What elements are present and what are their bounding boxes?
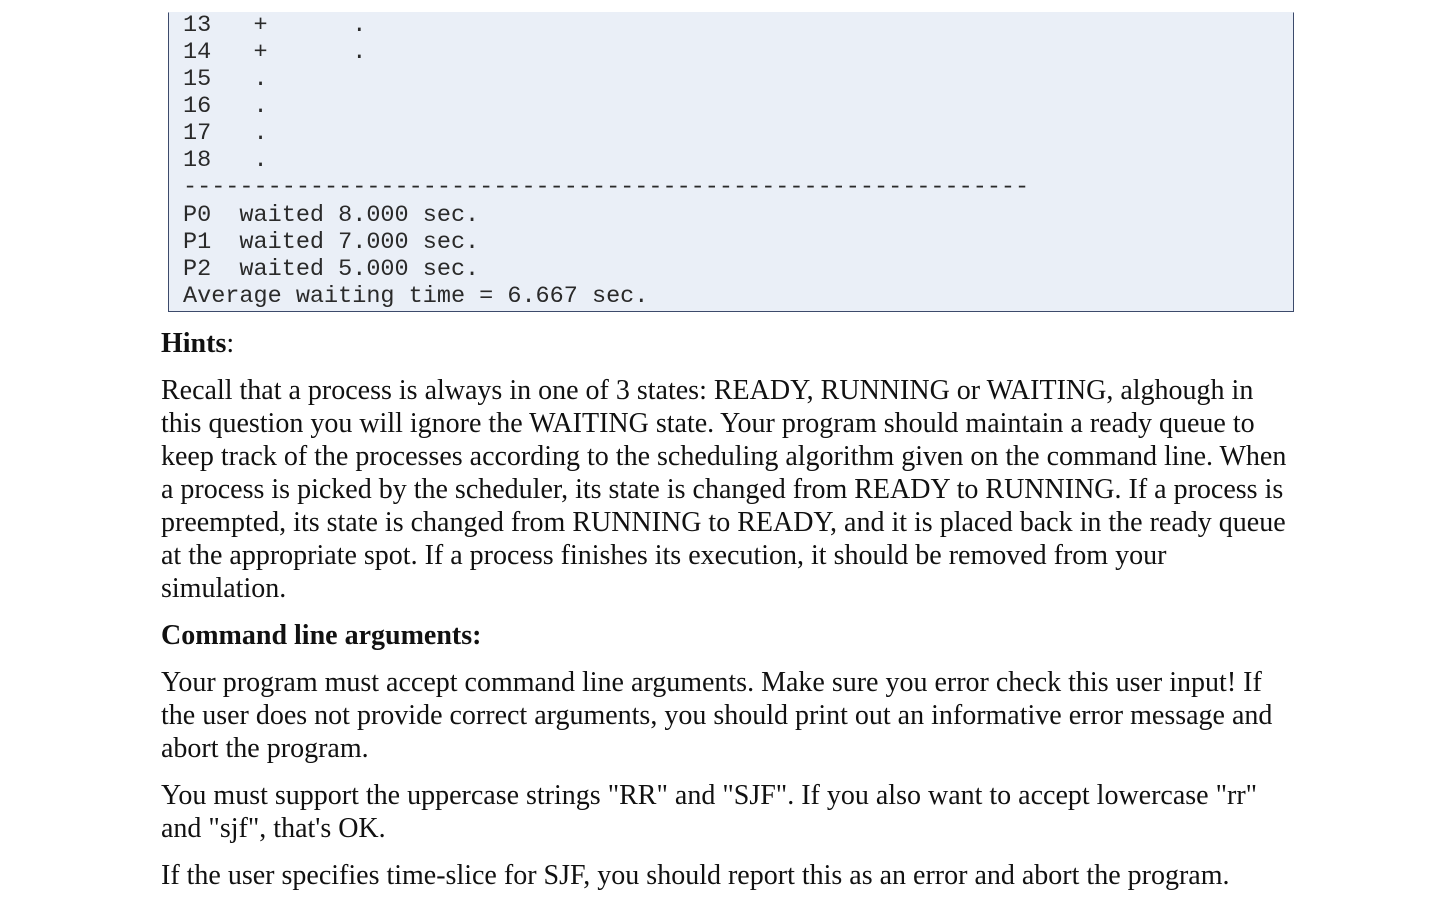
- output-line: 17 .: [183, 120, 268, 147]
- output-line: 18 .: [183, 147, 268, 174]
- output-line: P1 waited 7.000 sec.: [183, 229, 480, 256]
- output-line: 16 .: [183, 93, 268, 120]
- command-line-paragraph: Your program must accept command line ar…: [161, 667, 1273, 764]
- command-line-paragraph: If the user specifies time-slice for SJF…: [161, 860, 1230, 891]
- command-line-heading: Command line arguments:: [161, 620, 482, 651]
- hints-heading: Hints: [161, 328, 227, 359]
- output-separator: ----------------------------------------…: [183, 174, 1030, 201]
- hints-heading-line: Hints:: [161, 327, 1291, 360]
- output-line: 13 + .: [183, 12, 367, 39]
- output-line: P0 waited 8.000 sec.: [183, 202, 480, 229]
- hints-heading-colon: :: [226, 328, 235, 359]
- hints-paragraph: Recall that a process is always in one o…: [161, 375, 1287, 604]
- output-line: 14 + .: [183, 39, 367, 66]
- average-waiting-line: Average waiting time = 6.667 sec.: [183, 283, 649, 310]
- output-line: P2 waited 5.000 sec.: [183, 256, 480, 283]
- program-output-box: 13 + . 14 + . 15 . 16 . 17 . 18 . ------…: [168, 12, 1294, 312]
- output-line: 15 .: [183, 66, 268, 93]
- document-body: Hints: Recall that a process is always i…: [161, 327, 1291, 906]
- command-line-paragraph: You must support the uppercase strings "…: [161, 780, 1258, 844]
